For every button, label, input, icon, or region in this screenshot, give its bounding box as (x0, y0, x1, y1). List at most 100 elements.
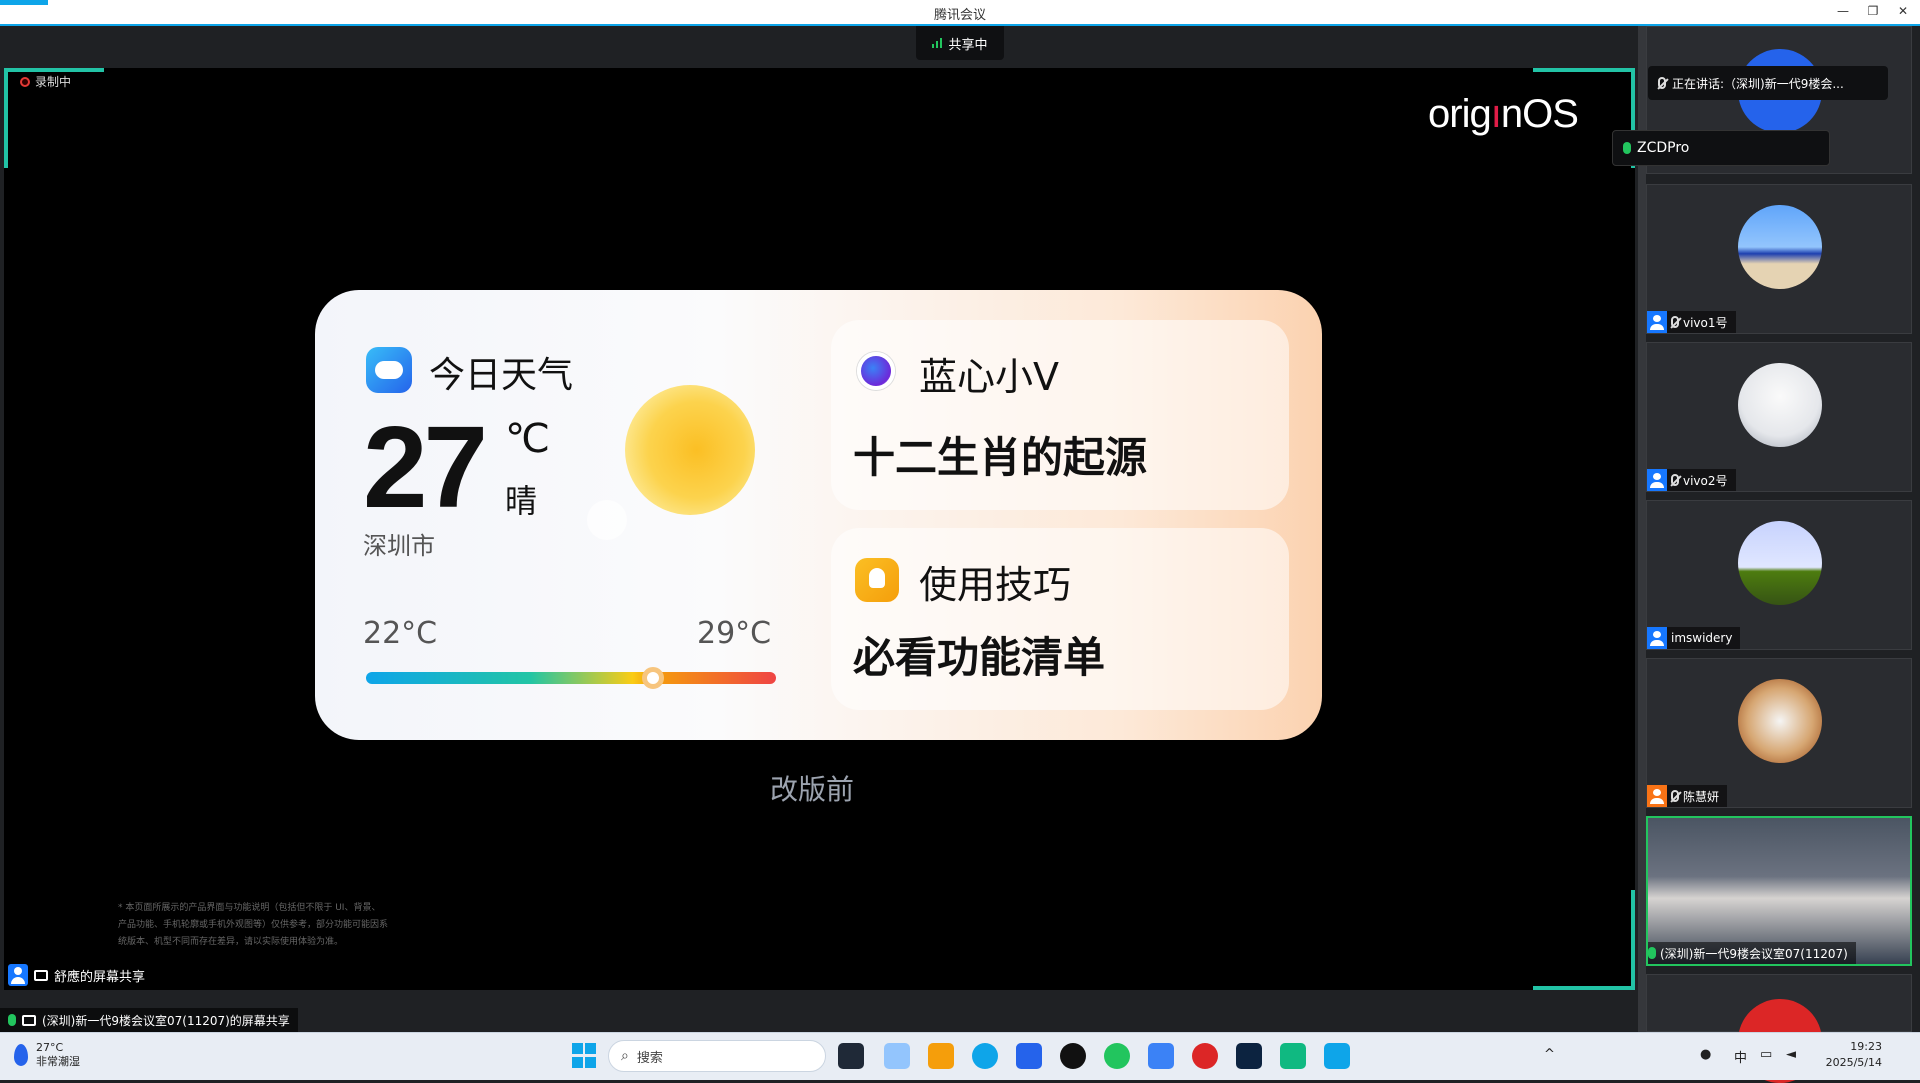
tips-app-icon (855, 558, 899, 602)
participant-tile[interactable]: 陈慧妍 (1646, 658, 1912, 808)
person-icon (1647, 627, 1667, 649)
speaking-indicator: 正在讲话:（深圳)新一代9楼会... (1648, 66, 1888, 100)
participant-tile[interactable]: vivo2号 (1646, 342, 1912, 492)
wechat-icon[interactable] (1104, 1043, 1130, 1069)
presenter-label: 舒應的屏幕共享 (8, 962, 154, 988)
clock-date: 2025/5/14 (1825, 1056, 1882, 1069)
share-corner-br-v (1631, 890, 1635, 990)
screen-share-icon (22, 1014, 36, 1026)
speaker-tag: ZCDPro (1612, 130, 1830, 166)
weather-condition: 晴 (505, 482, 538, 520)
room-share-text: (深圳)新一代9楼会议室07(11207)的屏幕共享 (42, 1013, 290, 1028)
remote-desktop-icon[interactable] (1280, 1043, 1306, 1069)
photoshop-icon[interactable] (1236, 1043, 1262, 1069)
weather-title: 今日天气 (429, 355, 574, 396)
slide-disclaimer: * 本页面所展示的产品界面与功能说明（包括但不限于 UI、背景、产品功能、手机轮… (118, 903, 389, 947)
mic-icon (1658, 77, 1666, 89)
close-button[interactable]: ✕ (1892, 2, 1914, 20)
temperature: 27 (363, 402, 488, 532)
restore-button[interactable]: ❐ (1862, 2, 1884, 20)
tips-panel: 使用技巧 必看功能清单 (831, 528, 1289, 710)
person-icon (8, 964, 28, 986)
participant-label: vivo2号 (1647, 469, 1736, 491)
ime-indicator[interactable]: 中 (1734, 1047, 1747, 1066)
edge-icon[interactable] (972, 1043, 998, 1069)
participant-list: vivo1号 vivo2号 imswidery 陈慧妍 (深圳)新一代9楼会议室… (1646, 26, 1912, 1083)
title-accent (0, 0, 48, 5)
person-icon (1647, 311, 1667, 333)
person-icon (1647, 469, 1667, 491)
signal-icon (932, 38, 943, 48)
tips-title: 使用技巧 (919, 563, 1072, 607)
meeting-app-icon[interactable] (1148, 1043, 1174, 1069)
system-clock[interactable]: 19:23 2025/5/14 (1810, 1039, 1882, 1071)
humidity-icon (14, 1044, 28, 1066)
search-placeholder: 搜索 (636, 1050, 663, 1066)
participant-tile[interactable] (1646, 974, 1912, 1083)
sun-icon (625, 385, 755, 515)
sun-glow (587, 500, 627, 540)
participant-label: (深圳)新一代9楼会议室07(11207) (1648, 942, 1856, 964)
tips-text: 必看功能清单 (853, 633, 1106, 682)
assistant-panel: 蓝心小V 十二生肖的起源 (831, 320, 1289, 510)
mic-icon (1623, 142, 1631, 154)
avatar (1738, 521, 1822, 605)
title-bar: 腾讯会议 — ❐ ✕ (0, 0, 1920, 26)
weather-app-icon (366, 347, 412, 393)
mic-muted-icon (1671, 474, 1679, 486)
speaker-name: ZCDPro (1637, 140, 1690, 156)
participant-name: 陈慧妍 (1683, 789, 1720, 804)
volume-icon[interactable]: ◄ (1786, 1047, 1796, 1062)
temperature-range-bar (366, 667, 776, 689)
minimize-button[interactable]: — (1832, 2, 1854, 20)
share-corner-tl-v (4, 68, 8, 168)
sharing-status[interactable]: 共享中 (916, 26, 1004, 60)
mic-icon (8, 1014, 16, 1026)
widgets-icon[interactable] (884, 1043, 910, 1069)
qq-icon[interactable] (1060, 1043, 1086, 1069)
record-app-icon[interactable] (1192, 1043, 1218, 1069)
participant-name: (深圳)新一代9楼会议室07(11207) (1660, 946, 1848, 961)
participant-label: imswidery (1647, 627, 1741, 649)
person-icon (1647, 785, 1667, 807)
participant-label: vivo1号 (1647, 311, 1736, 333)
taskbar: 27°C 非常潮湿 ⌕ 搜索 ^ ● 中 ▭ ◄ 19:23 2025/5/14 (0, 1032, 1920, 1080)
participant-tile[interactable]: vivo1号 (1646, 184, 1912, 334)
room-share-label: (深圳)新一代9楼会议室07(11207)的屏幕共享 (0, 1008, 298, 1032)
search-icon: ⌕ (621, 1048, 629, 1064)
avatar (1738, 679, 1822, 763)
taskbar-weather-temp: 27°C (36, 1041, 64, 1054)
participant-tile[interactable]: imswidery (1646, 500, 1912, 650)
participant-tile-active[interactable]: (深圳)新一代9楼会议室07(11207) (1646, 816, 1912, 966)
record-icon (20, 76, 30, 87)
high-temp: 29°C (697, 616, 772, 651)
mic-muted-icon (1671, 316, 1679, 328)
originos-logo: origınOS (1428, 92, 1579, 136)
network-icon[interactable]: ▭ (1760, 1047, 1772, 1062)
temperature-unit: ℃ (505, 416, 550, 462)
recording-label: 录制中 (35, 75, 72, 89)
chevron-up-icon[interactable]: ^ (1544, 1047, 1555, 1062)
participant-name: vivo1号 (1683, 315, 1728, 330)
speaking-text: 正在讲话:（深圳)新一代9楼会... (1672, 76, 1844, 91)
file-explorer-icon[interactable] (928, 1043, 954, 1069)
taskbar-search[interactable]: ⌕ 搜索 (608, 1040, 826, 1072)
feishu-icon[interactable] (1324, 1043, 1350, 1069)
participant-name: imswidery (1671, 631, 1733, 645)
clock-time: 19:23 (1850, 1040, 1882, 1053)
mic-icon (1648, 947, 1656, 959)
panel-divider[interactable] (1638, 26, 1646, 1032)
recording-indicator[interactable]: 录制中 (20, 73, 71, 90)
taskbar-weather[interactable]: 27°C 非常潮湿 (14, 1041, 80, 1069)
window-title: 腾讯会议 (933, 8, 986, 23)
task-view-icon[interactable] (838, 1043, 864, 1069)
city-name: 深圳市 (363, 532, 435, 560)
participant-label: 陈慧妍 (1647, 785, 1728, 807)
mic-tray-icon[interactable]: ● (1700, 1047, 1711, 1062)
participant-name: vivo2号 (1683, 473, 1728, 488)
presenter-name: 舒應的屏幕共享 (54, 969, 146, 985)
store-icon[interactable] (1016, 1043, 1042, 1069)
current-temp-knob (642, 667, 664, 689)
slide-caption: 改版前 (770, 773, 855, 806)
start-icon[interactable] (572, 1043, 598, 1069)
